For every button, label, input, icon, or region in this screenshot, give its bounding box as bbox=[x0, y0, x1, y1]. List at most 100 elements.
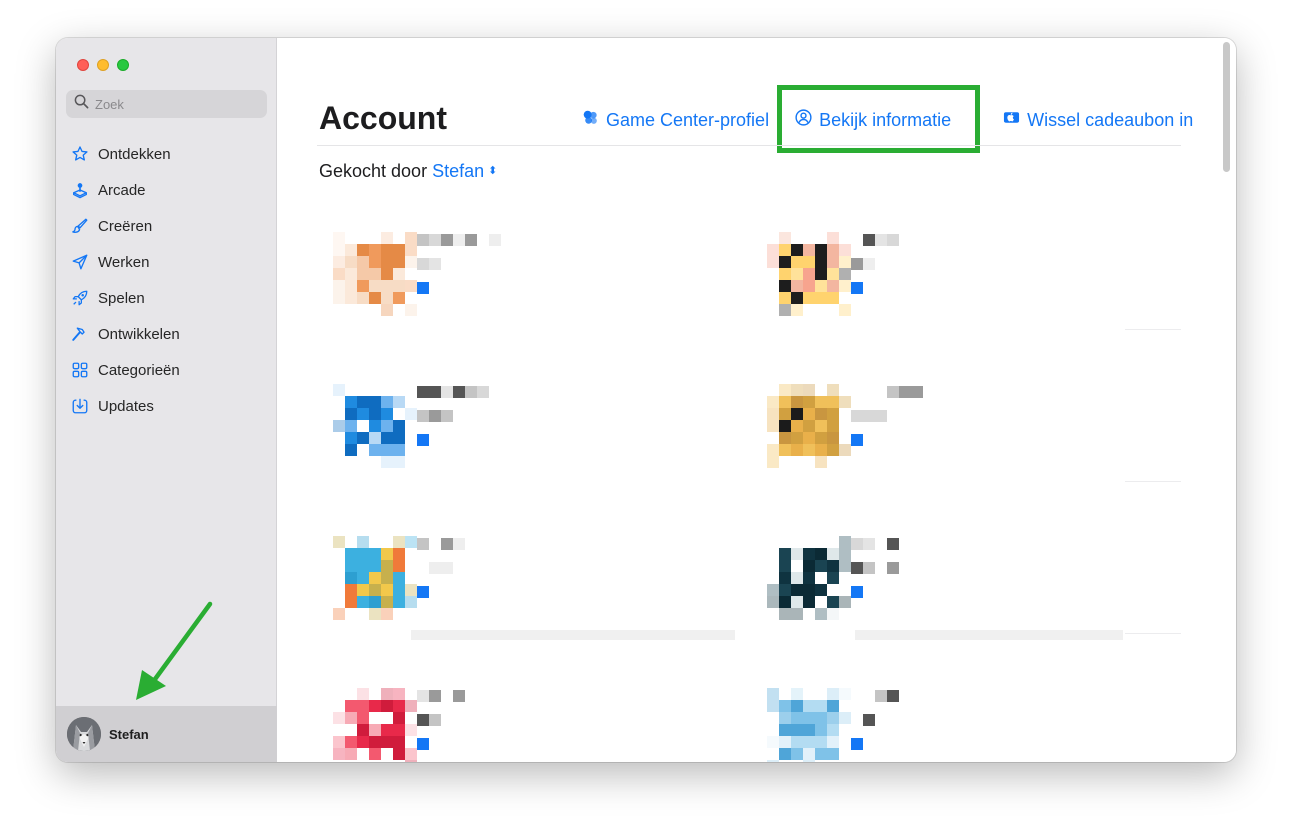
close-button[interactable] bbox=[77, 59, 89, 71]
search-input[interactable] bbox=[95, 96, 265, 112]
icon-pixel bbox=[767, 256, 779, 268]
blurred-app-icon bbox=[325, 680, 425, 762]
icon-pixel bbox=[357, 280, 369, 292]
icon-pixel bbox=[393, 456, 405, 468]
icon-pixel bbox=[827, 396, 839, 408]
icon-pixel bbox=[369, 420, 381, 432]
icon-pixel bbox=[405, 280, 417, 292]
icon-pixel bbox=[357, 548, 369, 560]
icon-pixel bbox=[779, 268, 791, 280]
sidebar-item-arcade[interactable]: Arcade bbox=[70, 172, 266, 208]
text-pixel bbox=[863, 234, 875, 246]
grid-icon bbox=[70, 360, 90, 380]
icon-pixel bbox=[393, 748, 405, 760]
icon-pixel bbox=[357, 724, 369, 736]
sidebar-item-label: Ontwikkelen bbox=[98, 325, 180, 343]
icon-pixel bbox=[803, 384, 815, 396]
text-pixel bbox=[453, 234, 465, 246]
icon-pixel bbox=[381, 700, 393, 712]
text-pixel bbox=[851, 258, 863, 270]
sidebar-item-werken[interactable]: Werken bbox=[70, 244, 266, 280]
text-pixel bbox=[417, 690, 429, 702]
sidebar-item-spelen[interactable]: Spelen bbox=[70, 280, 266, 316]
main-content: Account Game Center-profiel Bekijk infor… bbox=[277, 38, 1236, 762]
icon-pixel bbox=[345, 724, 357, 736]
icon-pixel bbox=[333, 736, 345, 748]
icon-pixel bbox=[369, 432, 381, 444]
icon-pixel bbox=[333, 712, 345, 724]
icon-pixel bbox=[381, 420, 393, 432]
app-list-item[interactable] bbox=[325, 680, 745, 762]
account-profile-button[interactable]: Stefan bbox=[56, 706, 277, 762]
text-pixel bbox=[875, 234, 887, 246]
icon-pixel bbox=[345, 712, 357, 724]
icon-pixel bbox=[815, 596, 827, 608]
icon-pixel bbox=[381, 748, 393, 760]
sidebar-item-ontwikkelen[interactable]: Ontwikkelen bbox=[70, 316, 266, 352]
icon-pixel bbox=[803, 760, 815, 762]
text-pixel bbox=[887, 690, 899, 702]
icon-pixel bbox=[393, 408, 405, 420]
search-field[interactable] bbox=[66, 90, 267, 118]
sidebar-item-categorieen[interactable]: Categorieën bbox=[70, 352, 266, 388]
sidebar-item-label: Updates bbox=[98, 397, 154, 415]
minimize-button[interactable] bbox=[97, 59, 109, 71]
text-pixel bbox=[417, 234, 429, 246]
icon-pixel bbox=[393, 548, 405, 560]
icon-pixel bbox=[839, 712, 851, 724]
icon-pixel bbox=[381, 572, 393, 584]
app-list-item[interactable] bbox=[325, 224, 745, 354]
icon-pixel bbox=[815, 608, 827, 620]
app-list-item[interactable] bbox=[759, 680, 1179, 762]
icon-pixel bbox=[803, 292, 815, 304]
icon-pixel bbox=[381, 608, 393, 620]
icon-pixel bbox=[369, 748, 381, 760]
icon-pixel bbox=[779, 724, 791, 736]
icon-pixel bbox=[393, 536, 405, 548]
text-pixel bbox=[453, 690, 465, 702]
app-list-item[interactable] bbox=[325, 376, 745, 506]
icon-pixel bbox=[803, 420, 815, 432]
icon-pixel bbox=[815, 572, 827, 584]
icon-pixel bbox=[815, 560, 827, 572]
app-meta bbox=[417, 528, 747, 628]
sidebar-item-label: Spelen bbox=[98, 289, 145, 307]
sidebar-item-updates[interactable]: Updates bbox=[70, 388, 266, 424]
icon-pixel bbox=[333, 232, 345, 244]
icon-pixel bbox=[393, 700, 405, 712]
wolf-avatar bbox=[67, 717, 101, 751]
icon-pixel bbox=[393, 292, 405, 304]
icon-pixel bbox=[369, 244, 381, 256]
icon-pixel bbox=[357, 584, 369, 596]
icon-pixel bbox=[803, 584, 815, 596]
icon-pixel bbox=[827, 548, 839, 560]
icon-pixel bbox=[357, 292, 369, 304]
icon-pixel bbox=[827, 584, 839, 596]
text-pixel bbox=[429, 410, 441, 422]
icon-pixel bbox=[333, 608, 345, 620]
icon-pixel bbox=[333, 280, 345, 292]
icon-pixel bbox=[393, 420, 405, 432]
app-list-item[interactable] bbox=[759, 224, 1179, 354]
icon-pixel bbox=[827, 724, 839, 736]
icon-pixel bbox=[393, 444, 405, 456]
sidebar-item-label: Werken bbox=[98, 253, 150, 271]
icon-pixel bbox=[333, 256, 345, 268]
icon-pixel bbox=[791, 736, 803, 748]
icon-pixel bbox=[779, 444, 791, 456]
hammer-icon bbox=[70, 324, 90, 344]
icon-pixel bbox=[345, 700, 357, 712]
sidebar-item-ontdekken[interactable]: Ontdekken bbox=[70, 136, 266, 172]
text-pixel bbox=[441, 538, 453, 550]
icon-pixel bbox=[345, 292, 357, 304]
text-pixel bbox=[417, 410, 429, 422]
app-list-item[interactable] bbox=[759, 376, 1179, 506]
icon-pixel bbox=[803, 396, 815, 408]
text-pixel bbox=[429, 562, 441, 574]
sidebar-item-creeren[interactable]: Creëren bbox=[70, 208, 266, 244]
icon-pixel bbox=[333, 268, 345, 280]
icon-pixel bbox=[381, 724, 393, 736]
icon-pixel bbox=[827, 420, 839, 432]
zoom-button[interactable] bbox=[117, 59, 129, 71]
icon-pixel bbox=[369, 724, 381, 736]
